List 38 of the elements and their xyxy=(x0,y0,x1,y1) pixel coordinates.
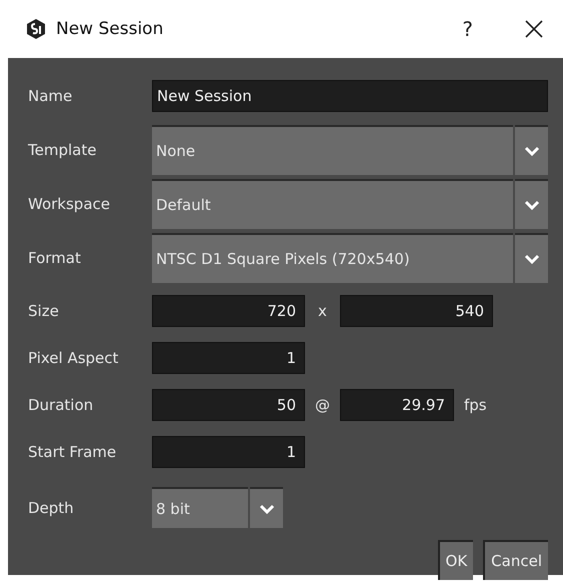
field-label: Pixel Aspect xyxy=(28,348,120,366)
number-field[interactable]: 1 xyxy=(152,342,305,374)
number-field[interactable]: 50 xyxy=(152,388,305,420)
field-label: Size xyxy=(28,302,60,320)
window-title: New Session xyxy=(56,19,164,39)
number-field[interactable]: 29.97 xyxy=(340,388,454,420)
close-icon xyxy=(525,20,543,38)
dropdown-button[interactable] xyxy=(515,125,548,175)
field-label: Template xyxy=(28,141,98,159)
separator-text: @ xyxy=(314,396,331,414)
dropdown-field[interactable]: None xyxy=(152,125,513,175)
chevron-down-icon xyxy=(524,254,540,264)
ok-button[interactable]: OK xyxy=(438,540,474,580)
help-button[interactable]: ? xyxy=(462,17,473,41)
dropdown-button[interactable] xyxy=(250,487,283,528)
chevron-down-icon xyxy=(524,200,540,210)
chevron-down-icon xyxy=(524,146,540,156)
number-field[interactable]: 720 xyxy=(152,294,305,326)
field-label: Format xyxy=(28,249,82,267)
field-label: Depth xyxy=(28,498,75,516)
dropdown-field[interactable]: NTSC D1 Square Pixels (720x540) xyxy=(152,233,513,283)
number-field[interactable]: 1 xyxy=(152,436,305,468)
field-label: Duration xyxy=(28,396,94,414)
close-button[interactable] xyxy=(525,20,543,38)
app-logo-icon xyxy=(26,18,46,40)
text-field[interactable]: New Session xyxy=(152,80,548,112)
chevron-down-icon xyxy=(258,504,274,514)
field-label: Workspace xyxy=(28,195,111,213)
number-field[interactable]: 540 xyxy=(340,294,493,326)
field-label: Start Frame xyxy=(28,442,118,460)
field-label: Name xyxy=(28,87,74,105)
dropdown-button[interactable] xyxy=(515,179,548,229)
cancel-button[interactable]: Cancel xyxy=(483,540,548,580)
dropdown-field[interactable]: Default xyxy=(152,179,513,229)
unit-label: fps xyxy=(464,396,487,414)
dropdown-button[interactable] xyxy=(515,233,548,283)
separator-text: x xyxy=(317,302,328,320)
dropdown-field[interactable]: 8 bit xyxy=(152,487,248,528)
